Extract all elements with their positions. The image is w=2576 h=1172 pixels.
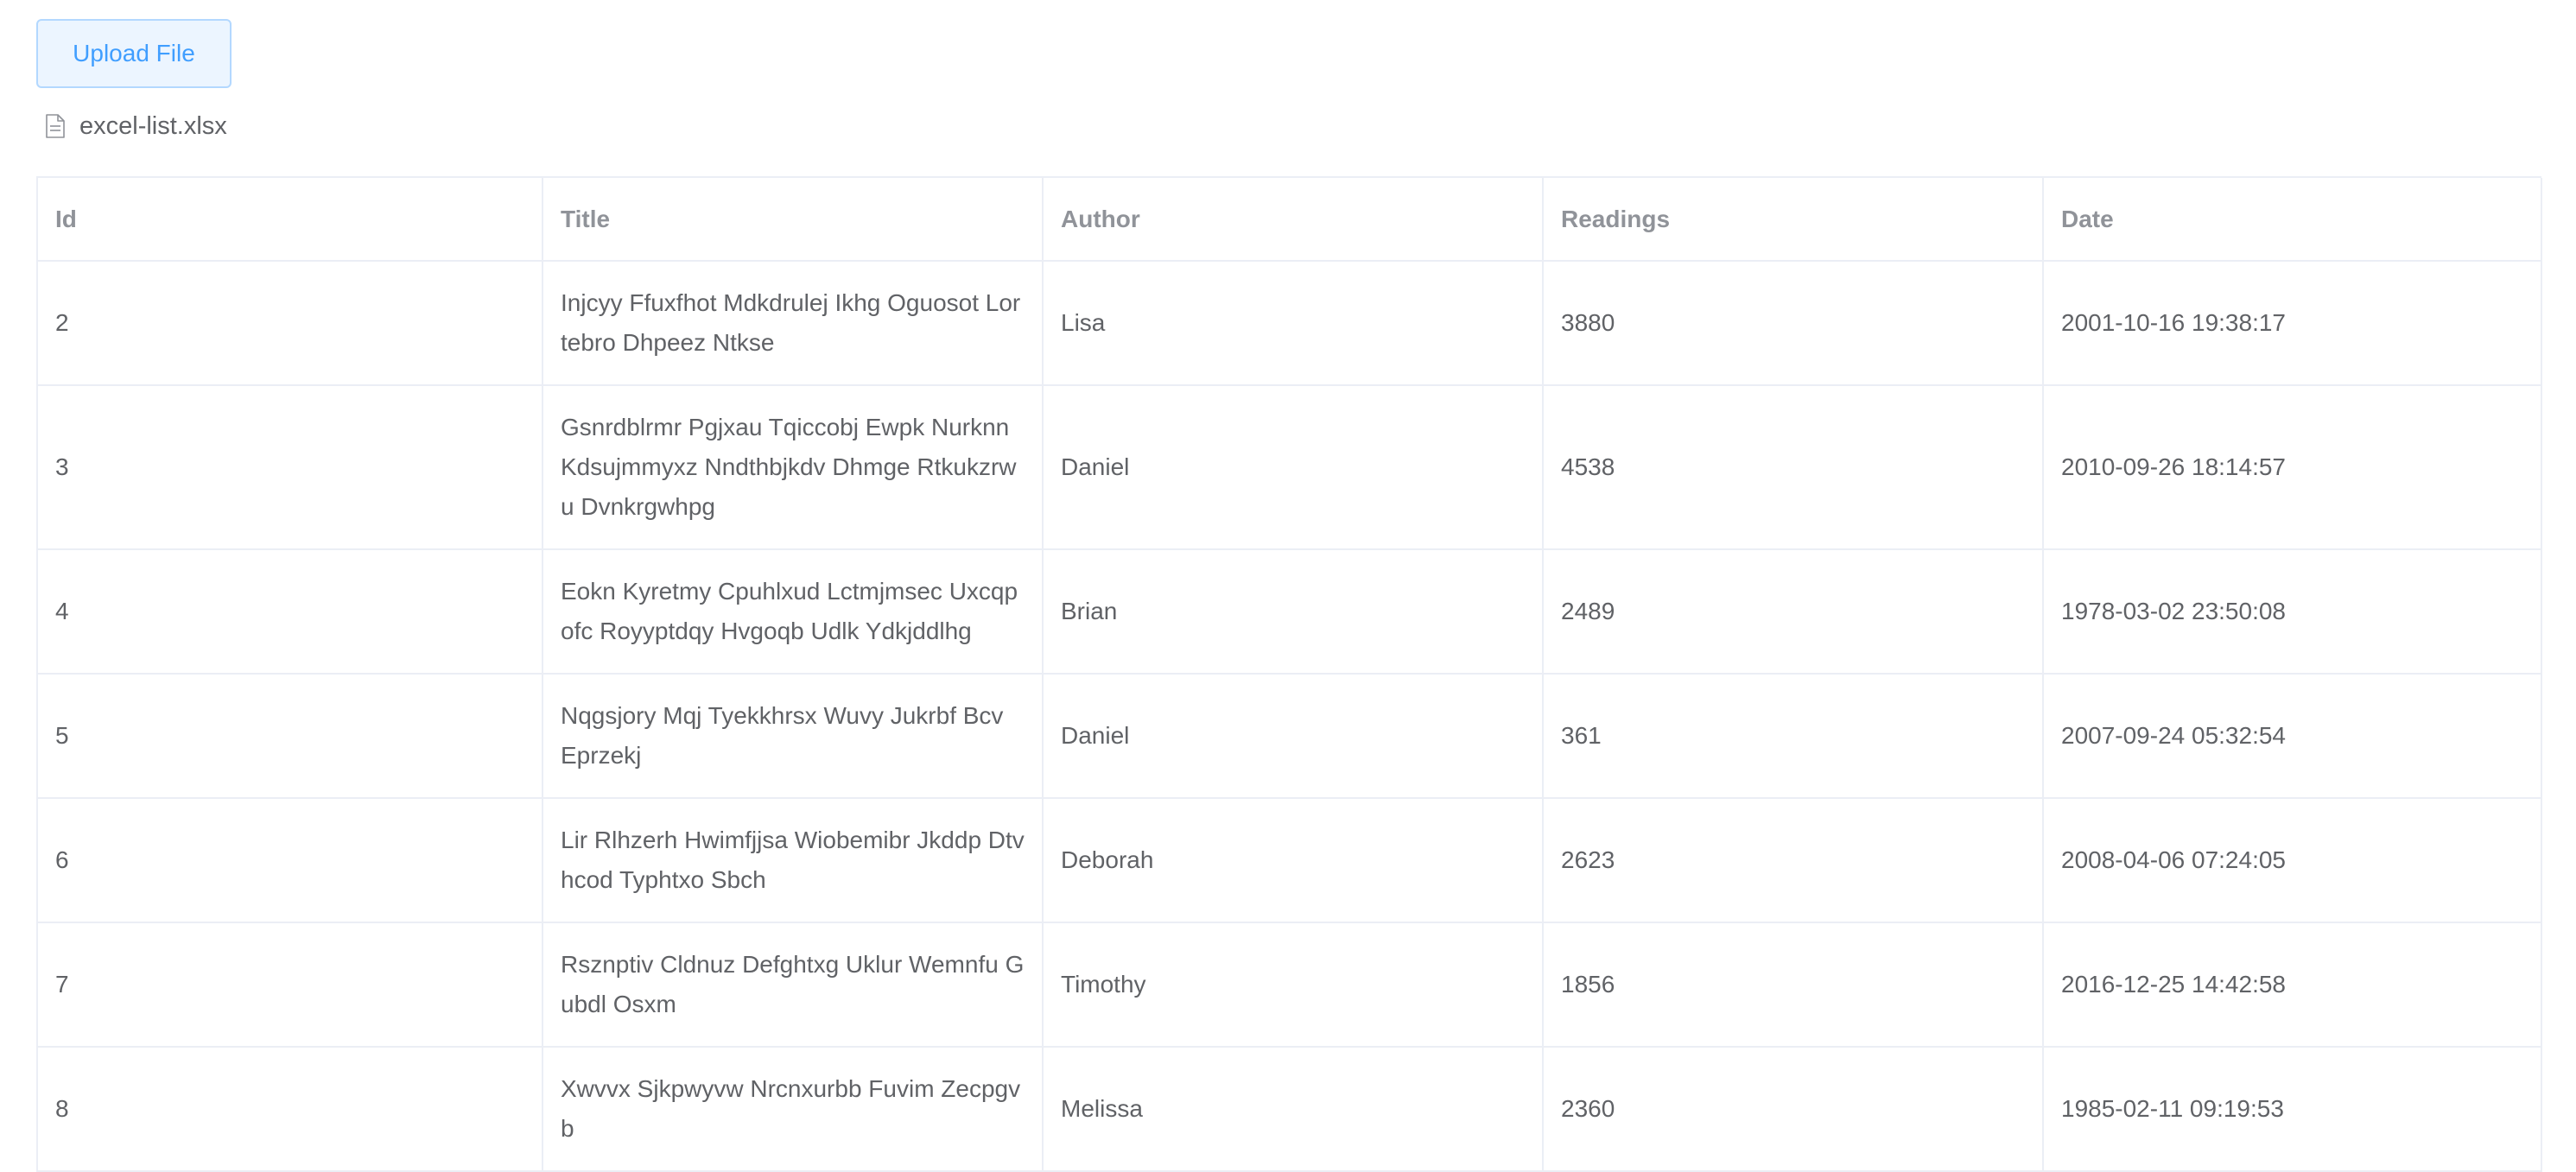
cell-readings: 2623: [1543, 798, 2044, 923]
data-table: Id Title Author Readings Date 2 Injcyy F…: [36, 176, 2542, 1172]
cell-title: Gsnrdblrmr Pgjxau Tqiccobj Ewpk Nurknn K…: [542, 385, 1044, 550]
header-date: Date: [2043, 178, 2542, 262]
header-id: Id: [38, 178, 543, 262]
cell-title: Lir Rlhzerh Hwimfjjsa Wiobemibr Jkddp Dt…: [542, 798, 1044, 923]
cell-title: Nqgsjory Mqj Tyekkhrsx Wuvy Jukrbf Bcv E…: [542, 674, 1044, 799]
cell-id: 2: [38, 261, 543, 386]
upload-file-button[interactable]: Upload File: [36, 19, 232, 88]
header-readings: Readings: [1543, 178, 2044, 262]
cell-id: 6: [38, 798, 543, 923]
cell-readings: 361: [1543, 674, 2044, 799]
cell-date: 2007-09-24 05:32:54: [2043, 674, 2542, 799]
cell-date: 2008-04-06 07:24:05: [2043, 798, 2542, 923]
cell-id: 8: [38, 1047, 543, 1172]
document-icon: [46, 114, 65, 138]
table-header-row: Id Title Author Readings Date: [38, 178, 2542, 262]
cell-id: 4: [38, 549, 543, 675]
uploaded-file-item[interactable]: excel-list.xlsx: [45, 109, 227, 143]
table-row: 4 Eokn Kyretmy Cpuhlxud Lctmjmsec Uxcqpo…: [38, 549, 2542, 675]
cell-title: Injcyy Ffuxfhot Mdkdrulej Ikhg Oguosot L…: [542, 261, 1044, 386]
cell-readings: 2360: [1543, 1047, 2044, 1172]
cell-readings: 1856: [1543, 922, 2044, 1048]
cell-title: Xwvvx Sjkpwyvw Nrcnxurbb Fuvim Zecpgvb: [542, 1047, 1044, 1172]
cell-author: Lisa: [1043, 261, 1544, 386]
cell-readings: 4538: [1543, 385, 2044, 550]
header-author: Author: [1043, 178, 1544, 262]
cell-title: Eokn Kyretmy Cpuhlxud Lctmjmsec Uxcqpofc…: [542, 549, 1044, 675]
cell-date: 1978-03-02 23:50:08: [2043, 549, 2542, 675]
cell-author: Timothy: [1043, 922, 1544, 1048]
table-row: 2 Injcyy Ffuxfhot Mdkdrulej Ikhg Oguosot…: [38, 261, 2542, 386]
cell-author: Melissa: [1043, 1047, 1544, 1172]
cell-id: 3: [38, 385, 543, 550]
cell-author: Daniel: [1043, 385, 1544, 550]
cell-date: 2016-12-25 14:42:58: [2043, 922, 2542, 1048]
cell-id: 5: [38, 674, 543, 799]
file-name: excel-list.xlsx: [79, 111, 227, 140]
cell-author: Brian: [1043, 549, 1544, 675]
cell-author: Deborah: [1043, 798, 1544, 923]
table-row: 3 Gsnrdblrmr Pgjxau Tqiccobj Ewpk Nurknn…: [38, 385, 2542, 550]
cell-title: Rsznptiv Cldnuz Defghtxg Uklur Wemnfu Gu…: [542, 922, 1044, 1048]
cell-date: 1985-02-11 09:19:53: [2043, 1047, 2542, 1172]
table-row: 7 Rsznptiv Cldnuz Defghtxg Uklur Wemnfu …: [38, 922, 2542, 1048]
table-row: 8 Xwvvx Sjkpwyvw Nrcnxurbb Fuvim Zecpgvb…: [38, 1047, 2542, 1172]
cell-readings: 3880: [1543, 261, 2044, 386]
cell-readings: 2489: [1543, 549, 2044, 675]
cell-date: 2001-10-16 19:38:17: [2043, 261, 2542, 386]
header-title: Title: [542, 178, 1044, 262]
cell-author: Daniel: [1043, 674, 1544, 799]
table-row: 6 Lir Rlhzerh Hwimfjjsa Wiobemibr Jkddp …: [38, 798, 2542, 923]
cell-id: 7: [38, 922, 543, 1048]
cell-date: 2010-09-26 18:14:57: [2043, 385, 2542, 550]
table-row: 5 Nqgsjory Mqj Tyekkhrsx Wuvy Jukrbf Bcv…: [38, 674, 2542, 799]
